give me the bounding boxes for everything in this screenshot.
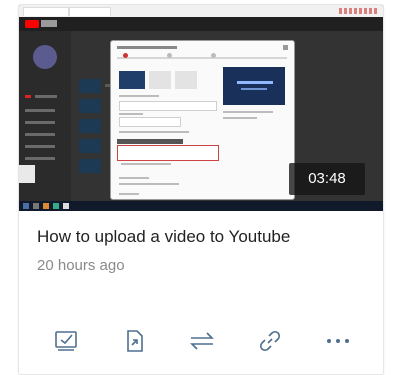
more-icon [327,339,349,343]
thumbnail-youtube-logo [25,20,39,28]
checkbox-button[interactable] [47,323,85,359]
card-actions [19,323,383,363]
thumbnail-yt-topbar [19,17,383,31]
more-button[interactable] [319,323,357,359]
video-thumbnail[interactable]: 03:48 [19,5,383,211]
link-button[interactable] [251,323,289,359]
thumbnail-upload-dialog [111,41,294,199]
checkbox-icon [55,331,77,351]
thumbnail-avatar [33,45,57,69]
thumbnail-taskbar [19,201,383,211]
video-duration-badge: 03:48 [289,163,365,195]
video-posted-time: 20 hours ago [37,257,125,274]
swap-button[interactable] [183,323,221,359]
video-card[interactable]: 03:48 How to upload a video to Youtube 2… [18,4,384,375]
share-button[interactable] [115,323,153,359]
video-title[interactable]: How to upload a video to Youtube [37,227,377,247]
link-icon [259,330,281,352]
share-arrow-icon [127,330,143,352]
swap-arrows-icon [190,332,214,350]
